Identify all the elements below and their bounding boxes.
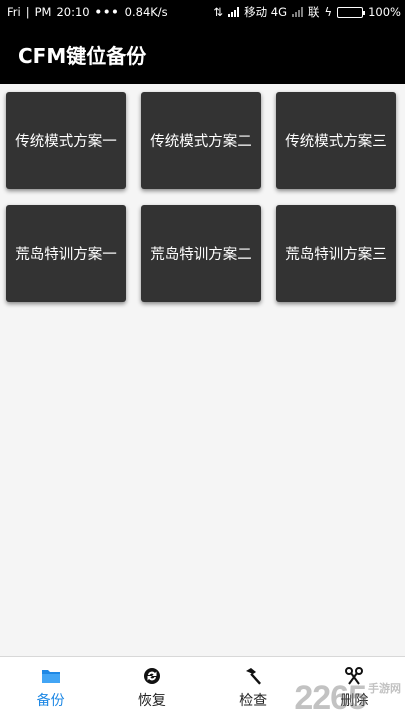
battery-percent: 100% — [368, 5, 401, 19]
nav-item-delete[interactable]: 删除 — [304, 657, 405, 720]
restore-icon — [143, 668, 160, 684]
scissors-icon — [345, 667, 364, 685]
bottom-nav: 备份 恢复 检查 删除 — [0, 656, 405, 720]
signal-icon — [228, 7, 240, 17]
network-speed: 0.84K/s — [124, 5, 168, 19]
scheme-tile-island-3[interactable]: 荒岛特训方案三 — [276, 205, 396, 302]
status-period: PM — [34, 5, 52, 19]
nav-label-restore: 恢复 — [137, 693, 166, 709]
nav-item-restore[interactable]: 恢复 — [101, 657, 202, 720]
status-bar: Fri | PM 20:10 ••• 0.84K/s ⇅ 移动 4G 联 ϟ 1… — [0, 0, 405, 24]
charging-icon: ϟ — [324, 5, 333, 19]
battery-icon — [337, 6, 366, 18]
nav-label-delete: 删除 — [340, 693, 369, 709]
status-separator-icon: | — [25, 5, 30, 19]
nav-label-check: 检查 — [239, 693, 268, 709]
folder-icon — [41, 670, 60, 683]
status-time: 20:10 — [56, 5, 90, 19]
nav-item-backup[interactable]: 备份 — [0, 657, 101, 720]
nav-label-backup: 备份 — [36, 693, 65, 709]
carrier-name: 移动 4G — [244, 5, 288, 19]
scheme-tile-classic-3[interactable]: 传统模式方案三 — [276, 92, 396, 189]
app-bar: CFM键位备份 — [0, 24, 405, 84]
scheme-tile-classic-1[interactable]: 传统模式方案一 — [6, 92, 126, 189]
data-transfer-icon: ⇅ — [213, 5, 224, 19]
nav-item-check[interactable]: 检查 — [203, 657, 304, 720]
carrier-secondary-name: 联 — [308, 5, 320, 19]
more-notifications-icon: ••• — [94, 5, 120, 19]
scheme-tile-classic-2[interactable]: 传统模式方案二 — [141, 92, 261, 189]
status-day: Fri — [7, 5, 21, 19]
app-title: CFM键位备份 — [18, 43, 147, 68]
scheme-tile-island-1[interactable]: 荒岛特训方案一 — [6, 205, 126, 302]
hammer-icon — [246, 668, 262, 685]
scheme-tile-island-2[interactable]: 荒岛特训方案二 — [141, 205, 261, 302]
signal-secondary-icon — [292, 7, 304, 17]
